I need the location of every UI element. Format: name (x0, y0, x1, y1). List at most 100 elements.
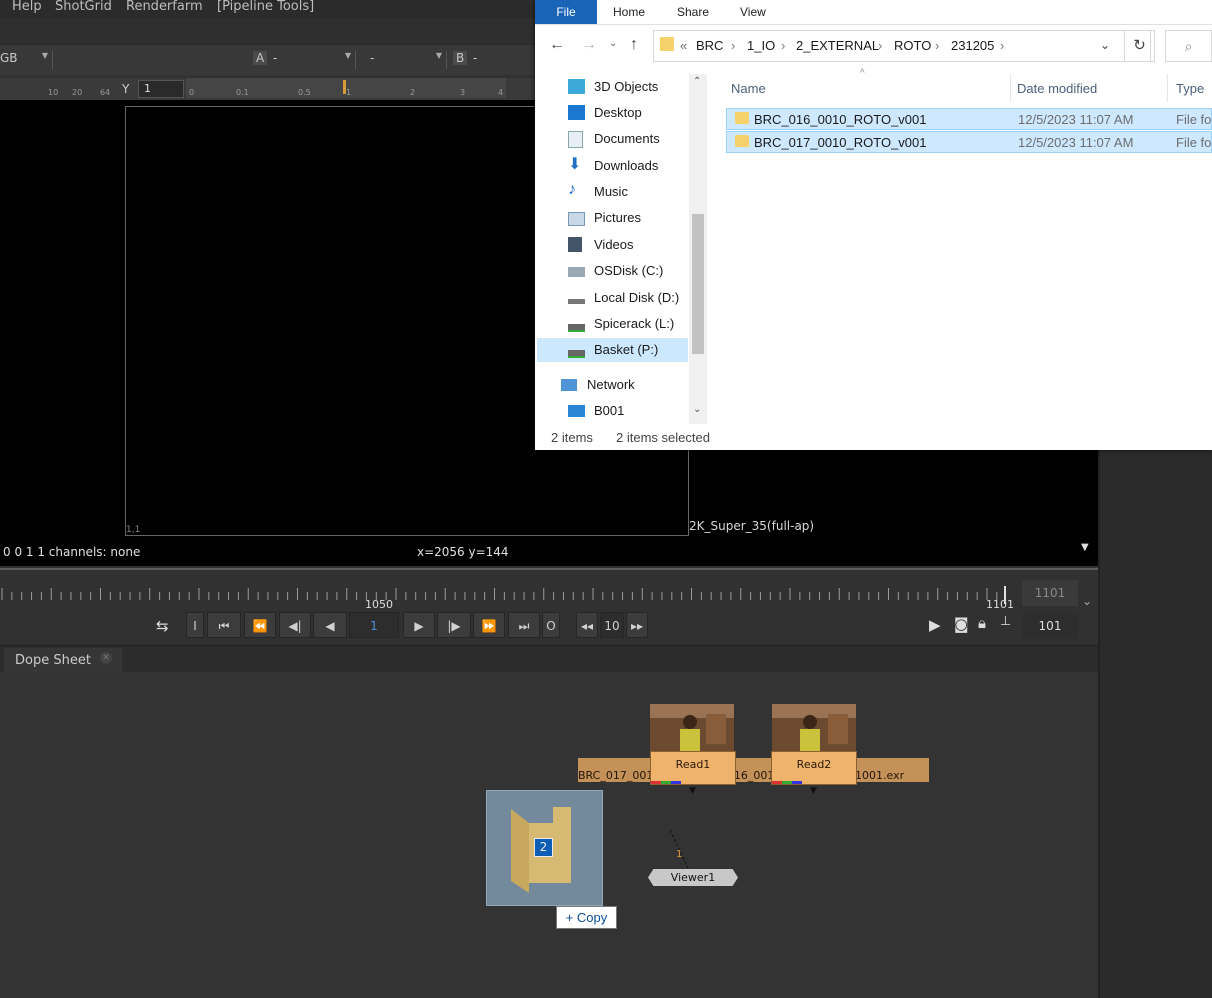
range-icon[interactable]: ⊥ (1000, 614, 1011, 629)
channel-indicator (651, 781, 681, 784)
tab-share[interactable]: Share (677, 5, 709, 19)
increment-field[interactable]: 10 (600, 612, 624, 638)
chevron-down-icon: ▼ (435, 51, 442, 60)
videos-icon (568, 237, 582, 252)
breadcrumb-roto[interactable]: ROTO (894, 38, 931, 53)
column-type[interactable]: Type (1176, 81, 1204, 96)
tab-home[interactable]: Home (613, 5, 645, 19)
music-icon: ♪ (568, 181, 576, 198)
lock-icon[interactable]: 🔒︎ (978, 614, 986, 632)
folder-icon (735, 135, 749, 147)
timeline-label-1050: 1050 (365, 598, 393, 611)
file-row[interactable]: BRC_017_0010_ROTO_v001 12/5/2023 11:07 A… (726, 131, 1212, 153)
menu-help[interactable]: Help (12, 0, 42, 14)
flipbook-icon[interactable]: ▶ (929, 616, 941, 634)
read1-thumbnail[interactable] (650, 704, 734, 751)
info-menu-icon[interactable]: ▼ (1081, 542, 1089, 553)
viewer-pipe (669, 829, 689, 869)
previous-keyframe-icon[interactable]: ◀| (279, 612, 311, 638)
timeline-ruler[interactable] (0, 580, 1020, 606)
selected-count: 2 items selected (616, 430, 710, 445)
current-frame-field[interactable]: 1 (349, 612, 399, 638)
network-drive-icon (568, 350, 585, 358)
breadcrumb-231205[interactable]: 231205 (951, 38, 994, 53)
close-icon[interactable]: ✕ (100, 652, 112, 664)
set-in-point-button[interactable]: I (186, 612, 204, 638)
column-date-modified[interactable]: Date modified (1017, 81, 1097, 96)
back-arrow-icon[interactable]: ← (549, 36, 565, 54)
menu-renderfarm[interactable]: Renderfarm (126, 0, 203, 14)
breadcrumb-2-external[interactable]: 2_EXTERNAL (796, 38, 879, 53)
viewer-toolbar: GB ▼ A - ▼ - ▼ B - (0, 44, 540, 75)
recent-locations-icon[interactable]: ⌄ (609, 38, 617, 49)
timeline-label-1101: 1101 (986, 598, 1014, 611)
increment-icon[interactable]: ▸▸ (626, 612, 648, 638)
up-arrow-icon[interactable]: ↑ (630, 36, 638, 54)
cache-icon[interactable]: ◙ (954, 615, 969, 633)
viewer1-node[interactable]: Viewer1 (648, 869, 738, 886)
tab-dope-sheet[interactable]: Dope Sheet ✕ (4, 648, 122, 672)
format-name-label: 2K_Super_35(full-ap) (689, 519, 815, 533)
documents-icon (568, 131, 583, 148)
panel-tab-bar: Dope Sheet ✕ (0, 645, 1098, 672)
step-forward-increment-icon[interactable]: ⏩ (473, 612, 505, 638)
folder-icon (735, 112, 749, 124)
read1-node[interactable]: Read1 (650, 751, 736, 785)
play-backward-icon[interactable]: ◀ (313, 612, 347, 638)
merge-op-dropdown[interactable]: - ▼ (366, 51, 447, 69)
ribbon-tabs: File Home Share View (535, 0, 1212, 25)
viewer-gain-gamma-bar: 10 20 64 Y 1 0 0.1 0.5 1 2 3 4 (0, 78, 540, 100)
chevron-down-icon: ▼ (344, 51, 351, 60)
play-forward-icon[interactable]: ▶ (403, 612, 435, 638)
read2-node[interactable]: Read2 (771, 751, 857, 785)
search-icon[interactable]: ⌕ (1165, 30, 1212, 62)
scroll-up-icon[interactable]: ⌃ (693, 76, 701, 87)
goto-end-icon[interactable]: ⏭ (508, 612, 540, 638)
goto-start-icon[interactable]: ⏮ (207, 612, 241, 638)
gamma-slider-handle[interactable] (343, 80, 346, 94)
gamma-slider[interactable]: 0 0.1 0.5 1 2 3 4 (186, 78, 506, 98)
nuke-tab-strip (0, 18, 540, 44)
status-bar: 2 items 2 items selected (535, 426, 1212, 450)
refresh-icon[interactable]: ↻ (1124, 30, 1155, 62)
breadcrumb-1-io[interactable]: 1_IO (747, 38, 775, 53)
loop-mode-icon[interactable]: ⇆ (156, 617, 169, 635)
tab-view[interactable]: View (740, 5, 766, 19)
nav-item-basket[interactable]: Basket (P:) (537, 338, 688, 362)
step-back-increment-icon[interactable]: ⏪ (244, 612, 276, 638)
a-input-dropdown[interactable]: A - ▼ (253, 51, 356, 69)
menu-shotgrid[interactable]: ShotGrid (55, 0, 112, 14)
address-history-icon[interactable]: ⌄ (1100, 38, 1110, 52)
address-bar[interactable]: « BRC › 1_IO › 2_EXTERNAL › ROTO › 23120… (653, 30, 1151, 62)
y-gamma-input[interactable]: 1 (138, 80, 184, 98)
nav-scrollbar[interactable]: ⌃ ⌄ (689, 74, 707, 424)
forward-arrow-icon[interactable]: → (581, 36, 597, 54)
end-frame-field[interactable]: 1101 (1022, 580, 1078, 606)
copy-tooltip: + Copy (556, 906, 617, 929)
file-explorer-window: File Home Share View ← → ⌄ ↑ « BRC › 1_I… (535, 0, 1212, 450)
viewer-info-bar: 0 0 1 1 channels: none x=2056 y=144 ▼ (0, 538, 1098, 566)
drag-count-badge: 2 (534, 838, 553, 857)
read2-thumbnail[interactable] (772, 704, 856, 751)
timeline-expand-icon[interactable]: ⌄ (1082, 594, 1092, 608)
channel-dropdown[interactable]: GB ▼ (0, 51, 53, 69)
navigation-pane: 3D Objects Desktop Documents ⬇ Downloads … (535, 74, 706, 422)
network-icon (561, 379, 577, 391)
range-end-field[interactable]: 101 (1022, 613, 1078, 639)
scrollbar-thumb[interactable] (692, 214, 704, 354)
file-row[interactable]: BRC_016_0010_ROTO_v001 12/5/2023 11:07 A… (726, 108, 1212, 130)
breadcrumb-brc[interactable]: BRC (696, 38, 723, 53)
3d-objects-icon (568, 79, 585, 94)
drive-icon (568, 267, 585, 277)
next-keyframe-icon[interactable]: |▶ (437, 612, 471, 638)
b-input-dropdown[interactable]: B - (453, 51, 539, 69)
decrement-icon[interactable]: ◂◂ (576, 612, 598, 638)
properties-panel (1098, 450, 1212, 998)
menu-pipeline-tools[interactable]: [Pipeline Tools] (217, 0, 314, 14)
viewer-input-number: 1 (676, 849, 683, 860)
channels-info: 0 0 1 1 channels: none (3, 545, 141, 559)
column-name[interactable]: Name (731, 81, 766, 96)
scroll-down-icon[interactable]: ⌄ (693, 404, 701, 415)
tab-file[interactable]: File (535, 0, 597, 24)
set-out-point-button[interactable]: O (542, 612, 560, 638)
